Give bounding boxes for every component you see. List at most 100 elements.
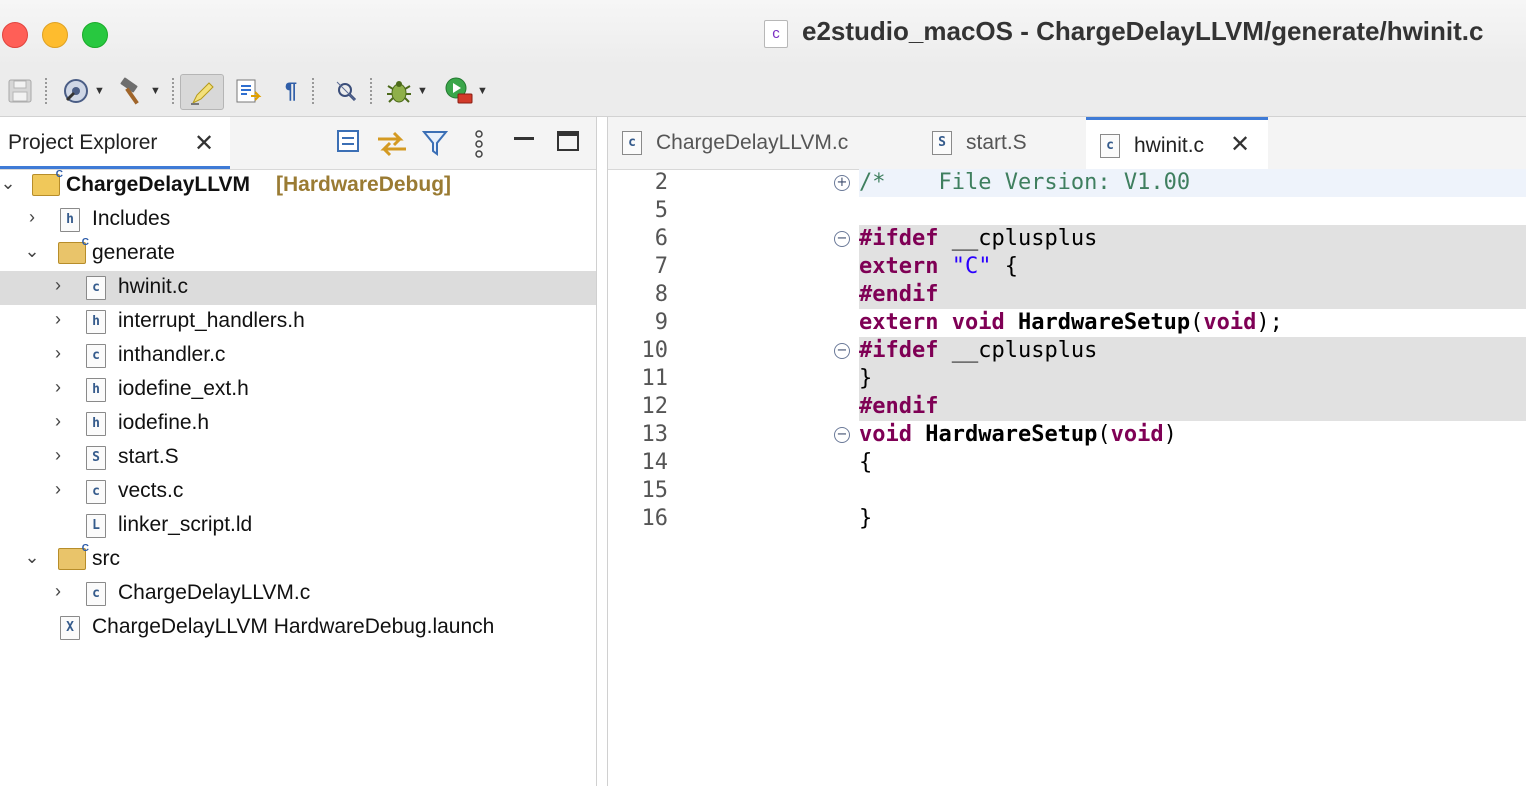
chevron-right-icon[interactable]: › <box>50 581 66 602</box>
code-text: /* File Version: V1.00 <box>859 170 1191 195</box>
tree-item[interactable]: › c hwinit.c <box>0 271 596 305</box>
code-line: 5 <box>608 197 1526 225</box>
tree-item[interactable]: Llinker_script.ld <box>0 509 596 543</box>
tree-item-label: iodefine_ext.h <box>118 377 249 400</box>
tree-project-root[interactable]: ⌄ C ChargeDelayLLVM [HardwareDebug] <box>0 169 596 203</box>
tree-folder[interactable]: ⌄ Cgenerate <box>0 237 596 271</box>
code-text: } <box>859 506 873 531</box>
tree-item[interactable]: › h iodefine.h <box>0 407 596 441</box>
tree-item[interactable]: › Sstart.S <box>0 441 596 475</box>
tree-item[interactable]: X ChargeDelayLLVM HardwareDebug.launch <box>0 611 596 645</box>
view-menu-icon[interactable] <box>472 129 486 159</box>
run-icon[interactable]: ▼ <box>440 74 492 108</box>
collapse-all-icon[interactable] <box>336 129 362 161</box>
code-text: #ifdef __cplusplus <box>859 226 1098 251</box>
line-number: 16 <box>641 506 669 531</box>
code-text: extern void HardwareSetup(void); <box>859 310 1283 335</box>
chevron-right-icon[interactable]: › <box>50 445 66 466</box>
tab-label: Project Explorer <box>8 131 158 154</box>
file-icon: S <box>932 131 952 155</box>
file-icon: L <box>86 514 106 538</box>
file-icon: X <box>60 616 80 640</box>
folder-icon: C <box>58 237 89 264</box>
chevron-right-icon[interactable]: › <box>50 343 66 364</box>
editor-tab-label: ChargeDelayLLVM.c <box>656 131 849 154</box>
tree-item[interactable]: › c vects.c <box>0 475 596 509</box>
project-name: ChargeDelayLLVM <box>66 173 250 196</box>
tree-item[interactable]: › h iodefine_ext.h <box>0 373 596 407</box>
chevron-right-icon[interactable]: › <box>50 275 66 296</box>
main-toolbar: ▼ ▼ ¶ ▼ ▼ <box>0 66 1526 117</box>
code-line: 15 <box>608 477 1526 505</box>
editor-tab[interactable]: Sstart.S <box>918 117 1078 169</box>
tree-item[interactable]: › h Includes <box>0 203 596 237</box>
chevron-right-icon[interactable]: › <box>24 207 40 228</box>
code-line: 7 extern "C" { <box>608 253 1526 281</box>
project-explorer-panel: Project Explorer ✕ ⌄ C ChargeDelayLLVM [… <box>0 117 597 786</box>
chevron-right-icon[interactable]: › <box>50 309 66 330</box>
filter-icon[interactable] <box>421 129 449 163</box>
line-number: 13 <box>641 422 669 447</box>
tree-item[interactable]: › c inthandler.c <box>0 339 596 373</box>
tree-item-label: hwinit.c <box>118 275 189 298</box>
toolbar-separator <box>312 78 316 104</box>
code-line: 8 #endif <box>608 281 1526 309</box>
editor-tab-label: hwinit.c <box>1134 134 1205 157</box>
tree-item-label: generate <box>92 241 175 264</box>
close-icon[interactable]: ✕ <box>194 129 214 158</box>
chevron-right-icon[interactable]: › <box>50 479 66 500</box>
line-number: 8 <box>654 282 668 307</box>
code-text: } <box>859 366 873 391</box>
code-text: void HardwareSetup(void) <box>859 422 1177 447</box>
folder-icon: C <box>58 543 89 570</box>
tree-item[interactable]: › c ChargeDelayLLVM.c <box>0 577 596 611</box>
tree-item-label: Includes <box>92 207 171 230</box>
project-config: [HardwareDebug] <box>276 173 452 196</box>
collapse-fold-icon[interactable]: − <box>834 231 850 247</box>
close-icon[interactable]: ✕ <box>1230 130 1250 159</box>
tree-item-label: interrupt_handlers.h <box>118 309 305 332</box>
collapse-fold-icon[interactable]: − <box>834 427 850 443</box>
build-config-icon[interactable]: ▼ <box>58 74 108 108</box>
editor-tab[interactable]: c hwinit.c ✕ <box>1086 117 1268 169</box>
link-with-editor-icon[interactable] <box>376 129 408 165</box>
code-area[interactable]: 2 +/* File Version: V1.00 5 6− #ifdef __cplu… <box>608 169 1526 786</box>
includes-icon: h <box>60 208 80 232</box>
save-icon[interactable] <box>4 74 36 108</box>
file-icon: c <box>86 582 106 606</box>
code-text: #endif <box>859 282 939 307</box>
line-number: 7 <box>654 254 668 279</box>
code-line: 16} <box>608 505 1526 533</box>
chevron-right-icon[interactable]: › <box>50 377 66 398</box>
collapse-fold-icon[interactable]: − <box>834 343 850 359</box>
file-icon: c <box>1100 134 1120 158</box>
bookmark-icon[interactable] <box>230 74 266 108</box>
chevron-down-icon[interactable]: ⌄ <box>24 547 40 568</box>
editor-tab[interactable]: c ChargeDelayLLVM.c <box>608 117 908 169</box>
expand-fold-icon[interactable]: + <box>834 175 850 191</box>
line-highlight <box>859 281 1526 309</box>
chevron-down-icon[interactable]: ⌄ <box>24 241 40 262</box>
close-window-button[interactable] <box>2 22 28 48</box>
hammer-icon[interactable]: ▼ <box>114 74 164 108</box>
code-text: #ifdef __cplusplus <box>859 338 1098 363</box>
tab-project-explorer[interactable]: Project Explorer ✕ <box>0 117 230 169</box>
line-number: 9 <box>654 310 668 335</box>
zoom-window-button[interactable] <box>82 22 108 48</box>
minimize-view-icon[interactable] <box>512 129 536 159</box>
tree-folder[interactable]: ⌄ Csrc <box>0 543 596 577</box>
highlight-icon[interactable] <box>180 74 224 110</box>
code-line: 10 − #ifdef __cplusplus <box>608 337 1526 365</box>
chevron-down-icon[interactable]: ⌄ <box>0 173 16 194</box>
project-icon: C <box>32 169 63 196</box>
tree-item[interactable]: › h interrupt_handlers.h <box>0 305 596 339</box>
minimize-window-button[interactable] <box>42 22 68 48</box>
debug-bug-icon[interactable]: ▼ <box>380 74 432 108</box>
line-number: 11 <box>641 366 669 391</box>
code-line: 9 extern void HardwareSetup(void); <box>608 309 1526 337</box>
search-icon[interactable] <box>328 74 364 108</box>
chevron-right-icon[interactable]: › <box>50 411 66 432</box>
pilcrow-icon[interactable]: ¶ <box>276 74 306 108</box>
title-bar: c e2studio_macOS - ChargeDelayLLVM/gener… <box>0 0 1526 67</box>
maximize-view-icon[interactable] <box>556 129 580 159</box>
